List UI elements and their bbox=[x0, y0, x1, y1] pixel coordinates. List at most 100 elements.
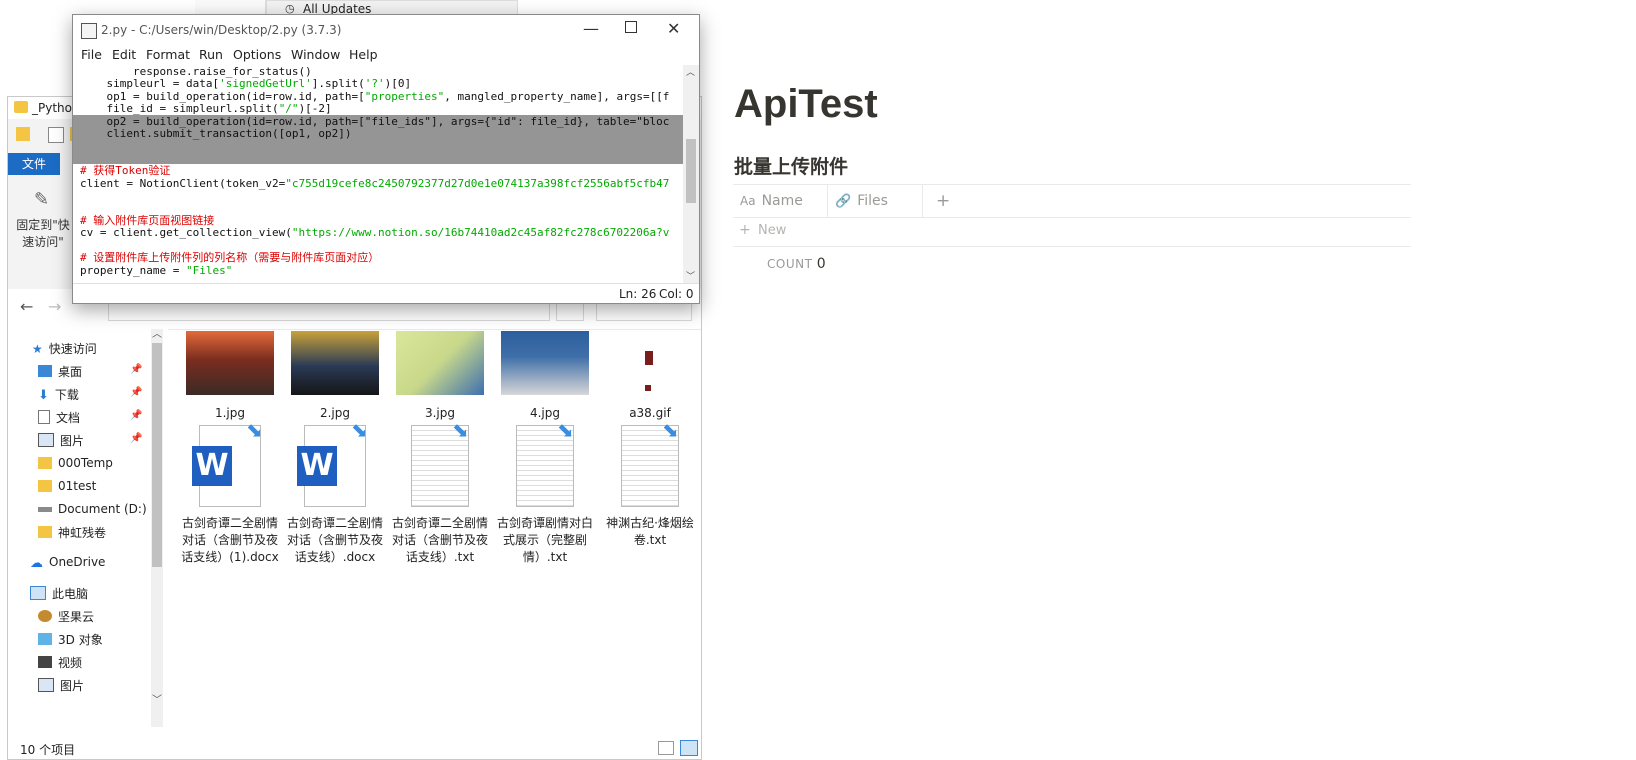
file-name: 2.jpg bbox=[319, 406, 351, 420]
file-item[interactable]: W ⬊ 古剑奇谭二全剧情对话（含删节及夜话支线）(1).docx bbox=[180, 418, 280, 566]
code-comment: # 设置附件库上传附件列的列名称（需要与附件库页面对应） bbox=[80, 251, 380, 264]
nav-label: 01test bbox=[58, 479, 97, 493]
scroll-down-icon[interactable]: ﹀ bbox=[686, 269, 695, 282]
count-label: COUNT bbox=[767, 257, 813, 271]
nav-label: 神虹残卷 bbox=[58, 525, 107, 540]
menu-file[interactable]: File bbox=[81, 47, 102, 62]
folder-icon bbox=[14, 101, 28, 113]
ribbon-folder-icon[interactable] bbox=[16, 127, 30, 141]
code-string: '?' bbox=[364, 77, 385, 90]
nut-icon bbox=[38, 610, 52, 622]
minimize-icon[interactable]: — bbox=[583, 19, 599, 38]
pin-icon[interactable]: ✎ bbox=[34, 189, 49, 210]
file-item[interactable]: ⬊ 古剑奇谭剧情对白式展示（完整剧情）.txt bbox=[495, 418, 595, 566]
file-item[interactable]: 2.jpg bbox=[285, 331, 385, 422]
nav-document-d[interactable]: Document (D:) bbox=[38, 498, 147, 520]
file-item[interactable]: W ⬊ 古剑奇谭二全剧情对话（含删节及夜话支线）.docx bbox=[285, 420, 385, 566]
forward-arrow-icon[interactable]: → bbox=[48, 297, 61, 316]
code-string: "https://www.notion.so/16b74410ad2c45af8… bbox=[291, 226, 670, 239]
window-title: 2.py - C:/Users/win/Desktop/2.py (3.7.3) bbox=[101, 23, 342, 37]
add-column-button[interactable]: + bbox=[929, 185, 959, 217]
nav-01test[interactable]: 01test bbox=[38, 475, 96, 497]
scroll-up-icon[interactable]: ︿ bbox=[686, 65, 695, 78]
nav-desktop[interactable]: 桌面 bbox=[38, 360, 82, 382]
column-header-files[interactable]: 🔗 Files bbox=[828, 185, 923, 217]
code-line: client.submit_transaction([op1, op2]) bbox=[80, 127, 352, 140]
picture-icon bbox=[38, 433, 54, 447]
nav-pictures-2[interactable]: 图片 bbox=[38, 674, 84, 696]
menu-help[interactable]: Help bbox=[349, 47, 378, 62]
file-item[interactable]: 4.jpg bbox=[495, 331, 595, 422]
nav-this-pc[interactable]: 此电脑 bbox=[30, 582, 88, 604]
pinned-icon: 📌 bbox=[130, 387, 143, 398]
ribbon-check-icon[interactable] bbox=[48, 127, 64, 143]
nav-shenhong[interactable]: 神虹残卷 bbox=[38, 521, 106, 543]
line-number: Ln: 26 bbox=[619, 287, 657, 301]
count-footer[interactable]: COUNT 0 bbox=[767, 256, 826, 272]
nav-label: 视频 bbox=[58, 655, 83, 670]
python-file-icon bbox=[81, 23, 97, 39]
chevron-up-icon[interactable]: ︿ bbox=[152, 325, 162, 340]
pinned-icon: 📌 bbox=[130, 364, 143, 375]
item-count: 10 个项目 bbox=[20, 743, 76, 757]
code-string: "/" bbox=[278, 102, 299, 115]
nav-documents[interactable]: 文档 bbox=[38, 406, 80, 428]
nav-downloads[interactable]: ⬇ 下载 bbox=[38, 383, 79, 405]
nav-3d-objects[interactable]: 3D 对象 bbox=[38, 628, 103, 650]
code-editor[interactable]: response.raise_for_status() simpleurl = … bbox=[73, 65, 683, 283]
code-scrollbar-thumb[interactable] bbox=[686, 139, 696, 203]
chevron-down-icon[interactable]: ﹀ bbox=[152, 691, 162, 706]
nav-videos[interactable]: 视频 bbox=[38, 651, 82, 673]
text-icon: ⬊ bbox=[516, 418, 574, 507]
menu-options[interactable]: Options bbox=[233, 47, 281, 62]
file-item[interactable]: a38.gif bbox=[600, 331, 700, 422]
code-scrollbar[interactable]: ︿ ﹀ bbox=[683, 65, 699, 283]
shortcut-arrow-icon: ⬊ bbox=[662, 418, 679, 442]
idle-statusbar: Ln: 26 Col: 0 bbox=[73, 283, 699, 304]
gif-mark-bottom bbox=[645, 385, 651, 391]
picture-icon bbox=[38, 678, 54, 692]
code-string: "c755d19cefe8c2450792377d27d0e1e074137a3… bbox=[285, 177, 670, 190]
desktop-icon bbox=[38, 365, 52, 377]
code-line: file_id = simpleurl.split("/")[-2] bbox=[80, 102, 332, 115]
large-icons-view-icon[interactable] bbox=[680, 740, 698, 756]
download-icon: ⬇ bbox=[38, 388, 49, 403]
nav-scrollbar-thumb[interactable] bbox=[152, 343, 162, 567]
code-line: cv = client.get_collection_view("https:/… bbox=[80, 226, 670, 239]
gif-icon bbox=[645, 331, 655, 395]
menu-edit[interactable]: Edit bbox=[112, 47, 136, 62]
nav-pictures[interactable]: 图片 bbox=[38, 429, 84, 451]
column-label: Files bbox=[857, 193, 888, 209]
count-value: 0 bbox=[816, 256, 826, 272]
nav-000temp[interactable]: 000Temp bbox=[38, 452, 113, 474]
column-header-name[interactable]: Aa Name bbox=[733, 185, 828, 217]
database-title[interactable]: 批量上传附件 bbox=[734, 152, 848, 179]
menu-format[interactable]: Format bbox=[146, 47, 190, 62]
nav-quick-access[interactable]: ★ 快速访问 bbox=[32, 337, 97, 359]
shortcut-arrow-icon: ⬊ bbox=[557, 418, 574, 442]
file-ribbon-tab[interactable]: 文件 bbox=[8, 153, 60, 175]
nav-scrollbar[interactable]: ︿ ﹀ bbox=[151, 329, 163, 727]
maximize-icon[interactable] bbox=[625, 21, 637, 33]
code-line: property_name = "Files" bbox=[80, 264, 233, 277]
photo-icon bbox=[186, 331, 274, 395]
menu-window[interactable]: Window bbox=[291, 47, 340, 62]
file-item[interactable]: ⬊ 古剑奇谭二全剧情对话（含删节及夜话支线）.txt bbox=[390, 420, 490, 566]
pinned-icon: 📌 bbox=[130, 433, 143, 444]
page-title[interactable]: ApiTest bbox=[734, 82, 878, 127]
nav-jianguoyun[interactable]: 坚果云 bbox=[38, 605, 94, 627]
details-view-icon[interactable] bbox=[658, 741, 674, 755]
close-icon[interactable]: ✕ bbox=[667, 19, 680, 38]
new-row-button[interactable]: + New bbox=[733, 216, 1411, 247]
shortcut-arrow-icon: ⬊ bbox=[246, 418, 263, 442]
menu-run[interactable]: Run bbox=[199, 47, 223, 62]
file-item[interactable]: 1.jpg bbox=[180, 331, 280, 422]
nav-label: 快速访问 bbox=[48, 341, 97, 356]
file-item[interactable]: ⬊ 神渊古纪·烽烟绘卷.txt bbox=[600, 418, 700, 549]
idle-titlebar: 2.py - C:/Users/win/Desktop/2.py (3.7.3)… bbox=[73, 15, 699, 45]
pin-to-quick-access-button[interactable]: 固定到"快速访问" bbox=[12, 217, 74, 251]
file-item[interactable]: 3.jpg bbox=[390, 331, 490, 422]
back-arrow-icon[interactable]: ← bbox=[20, 297, 33, 316]
folder-icon bbox=[38, 526, 52, 538]
nav-onedrive[interactable]: ☁ OneDrive bbox=[30, 551, 105, 573]
